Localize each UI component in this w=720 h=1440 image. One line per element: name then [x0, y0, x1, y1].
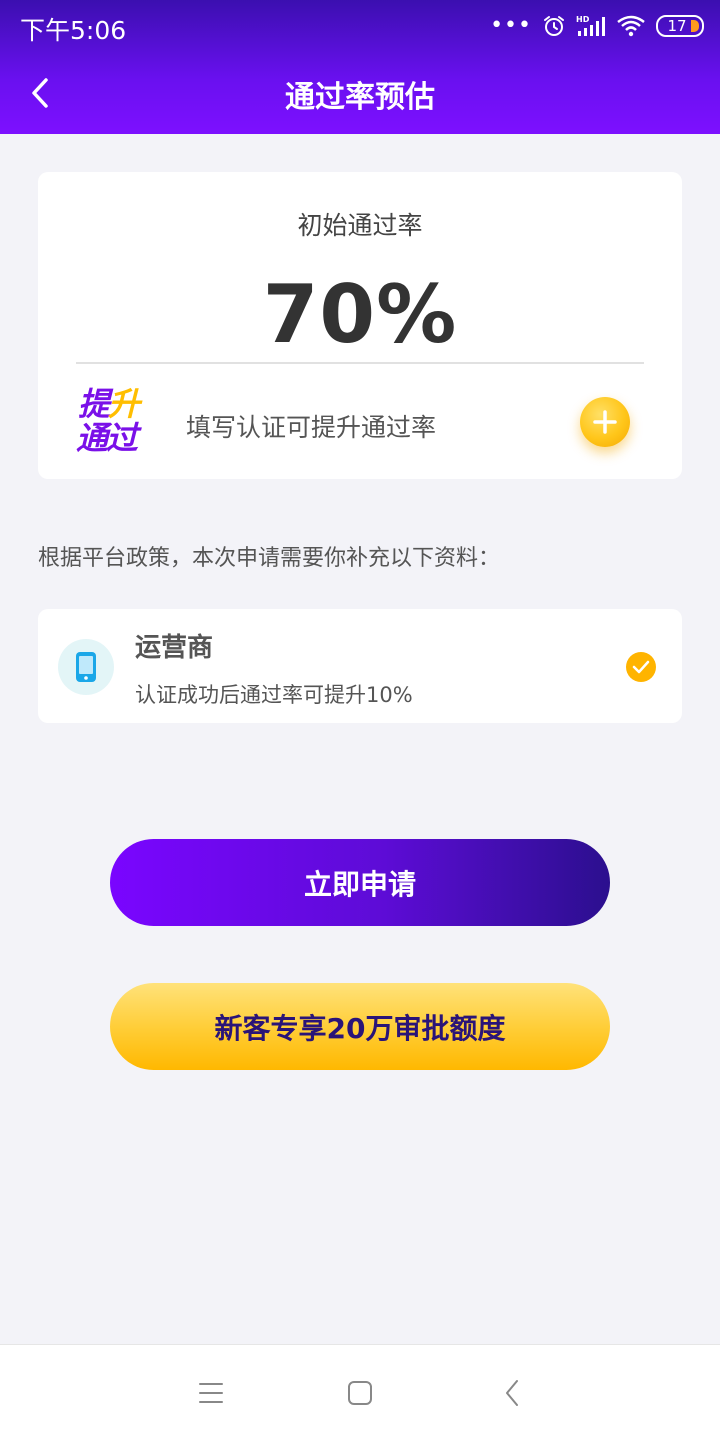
item-desc: 认证成功后通过率可提升10%: [135, 683, 413, 707]
new-customer-promo-button[interactable]: 新客专享20万审批额度: [110, 983, 610, 1070]
pass-rate-card: 初始通过率 70% 提升 通过 填写认证可提升通过率: [38, 172, 682, 479]
phone-icon-badge: [58, 639, 114, 695]
battery-charge-icon: [691, 20, 699, 32]
app-header: 下午5:06 ••• HD 17 通过率预估: [0, 0, 720, 134]
boost-text: 填写认证可提升通过率: [186, 413, 437, 442]
menu-icon: [199, 1383, 223, 1403]
apply-button[interactable]: 立即申请: [110, 839, 610, 926]
boost-logo-line2: 通过: [76, 419, 138, 457]
status-icons: ••• HD 17: [490, 10, 704, 42]
divider: [76, 362, 644, 364]
add-certification-button[interactable]: [580, 397, 630, 447]
rate-value: 70%: [262, 268, 458, 361]
check-icon: [626, 652, 656, 682]
nav-menu-button[interactable]: [191, 1375, 231, 1411]
rate-label: 初始通过率: [297, 211, 423, 240]
more-dots-icon: •••: [490, 13, 532, 38]
nav-back-button[interactable]: [492, 1375, 532, 1411]
phone-icon: [76, 652, 96, 682]
alarm-icon: [544, 16, 564, 36]
battery-level: 17: [667, 17, 687, 35]
signal-hd-icon: HD: [576, 15, 605, 36]
nav-back-icon: [506, 1380, 518, 1406]
policy-notice: 根据平台政策，本次申请需要你补充以下资料：: [38, 546, 501, 571]
system-nav-bar: [0, 1344, 720, 1440]
wifi-icon: [617, 15, 645, 37]
page-title: 通过率预估: [285, 80, 435, 115]
battery-indicator: 17: [656, 15, 704, 37]
svg-text:HD: HD: [576, 15, 590, 24]
item-title: 运营商: [135, 633, 214, 663]
home-square-icon: [348, 1381, 372, 1405]
boost-logo-line1: 提升: [78, 385, 140, 423]
boost-logo: 提升 通过: [76, 388, 148, 456]
carrier-item[interactable]: 运营商 认证成功后通过率可提升10%: [38, 609, 682, 723]
status-time: 下午5:06: [20, 16, 127, 45]
nav-home-button[interactable]: [340, 1375, 380, 1411]
plus-icon: [593, 410, 617, 434]
